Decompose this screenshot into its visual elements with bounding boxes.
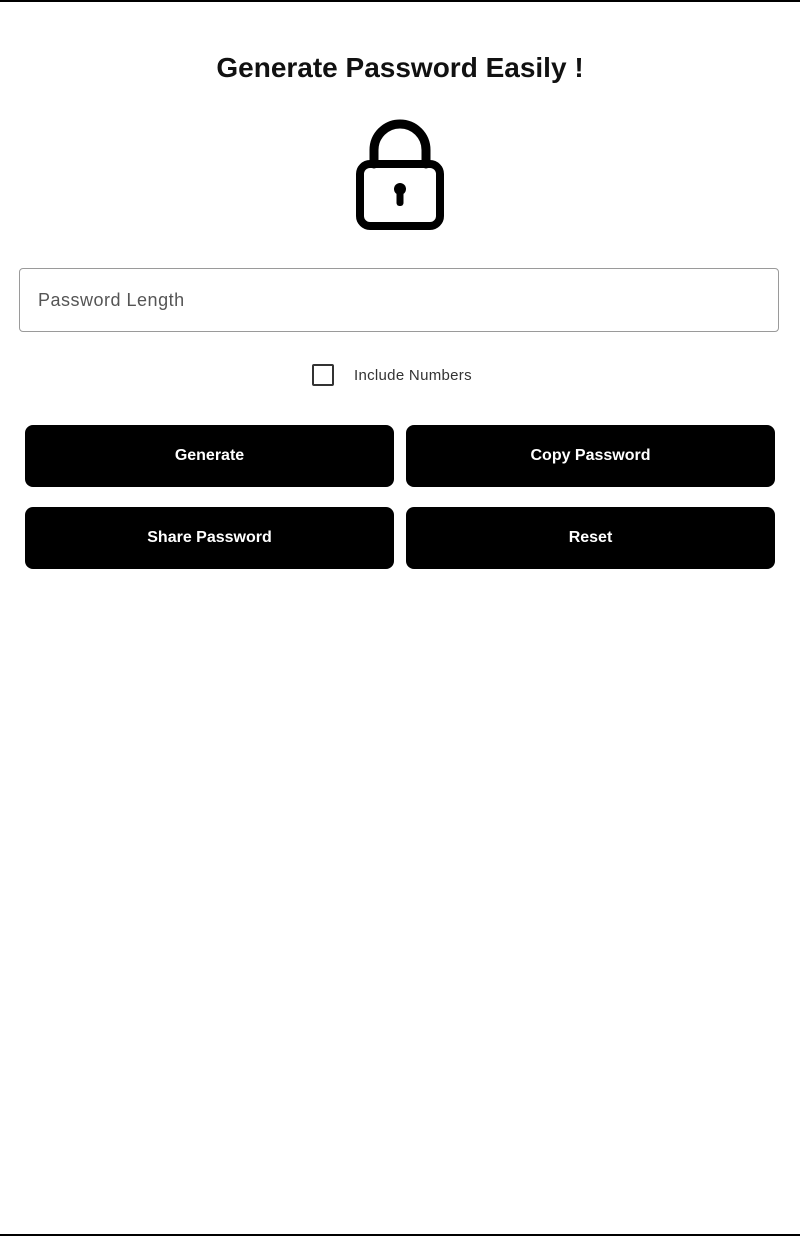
share-password-button[interactable]: Share Password [25,507,394,569]
password-length-input[interactable] [19,268,779,332]
copy-password-button[interactable]: Copy Password [406,425,775,487]
include-numbers-row[interactable]: Include Numbers [312,362,472,388]
top-border [0,0,800,2]
reset-button[interactable]: Reset [406,507,775,569]
include-numbers-label: Include Numbers [354,366,472,384]
include-numbers-checkbox[interactable] [312,364,334,386]
generate-button[interactable]: Generate [25,425,394,487]
bottom-border [0,1234,800,1236]
lock-icon [352,118,448,234]
page-title: Generate Password Easily ! [216,52,584,83]
